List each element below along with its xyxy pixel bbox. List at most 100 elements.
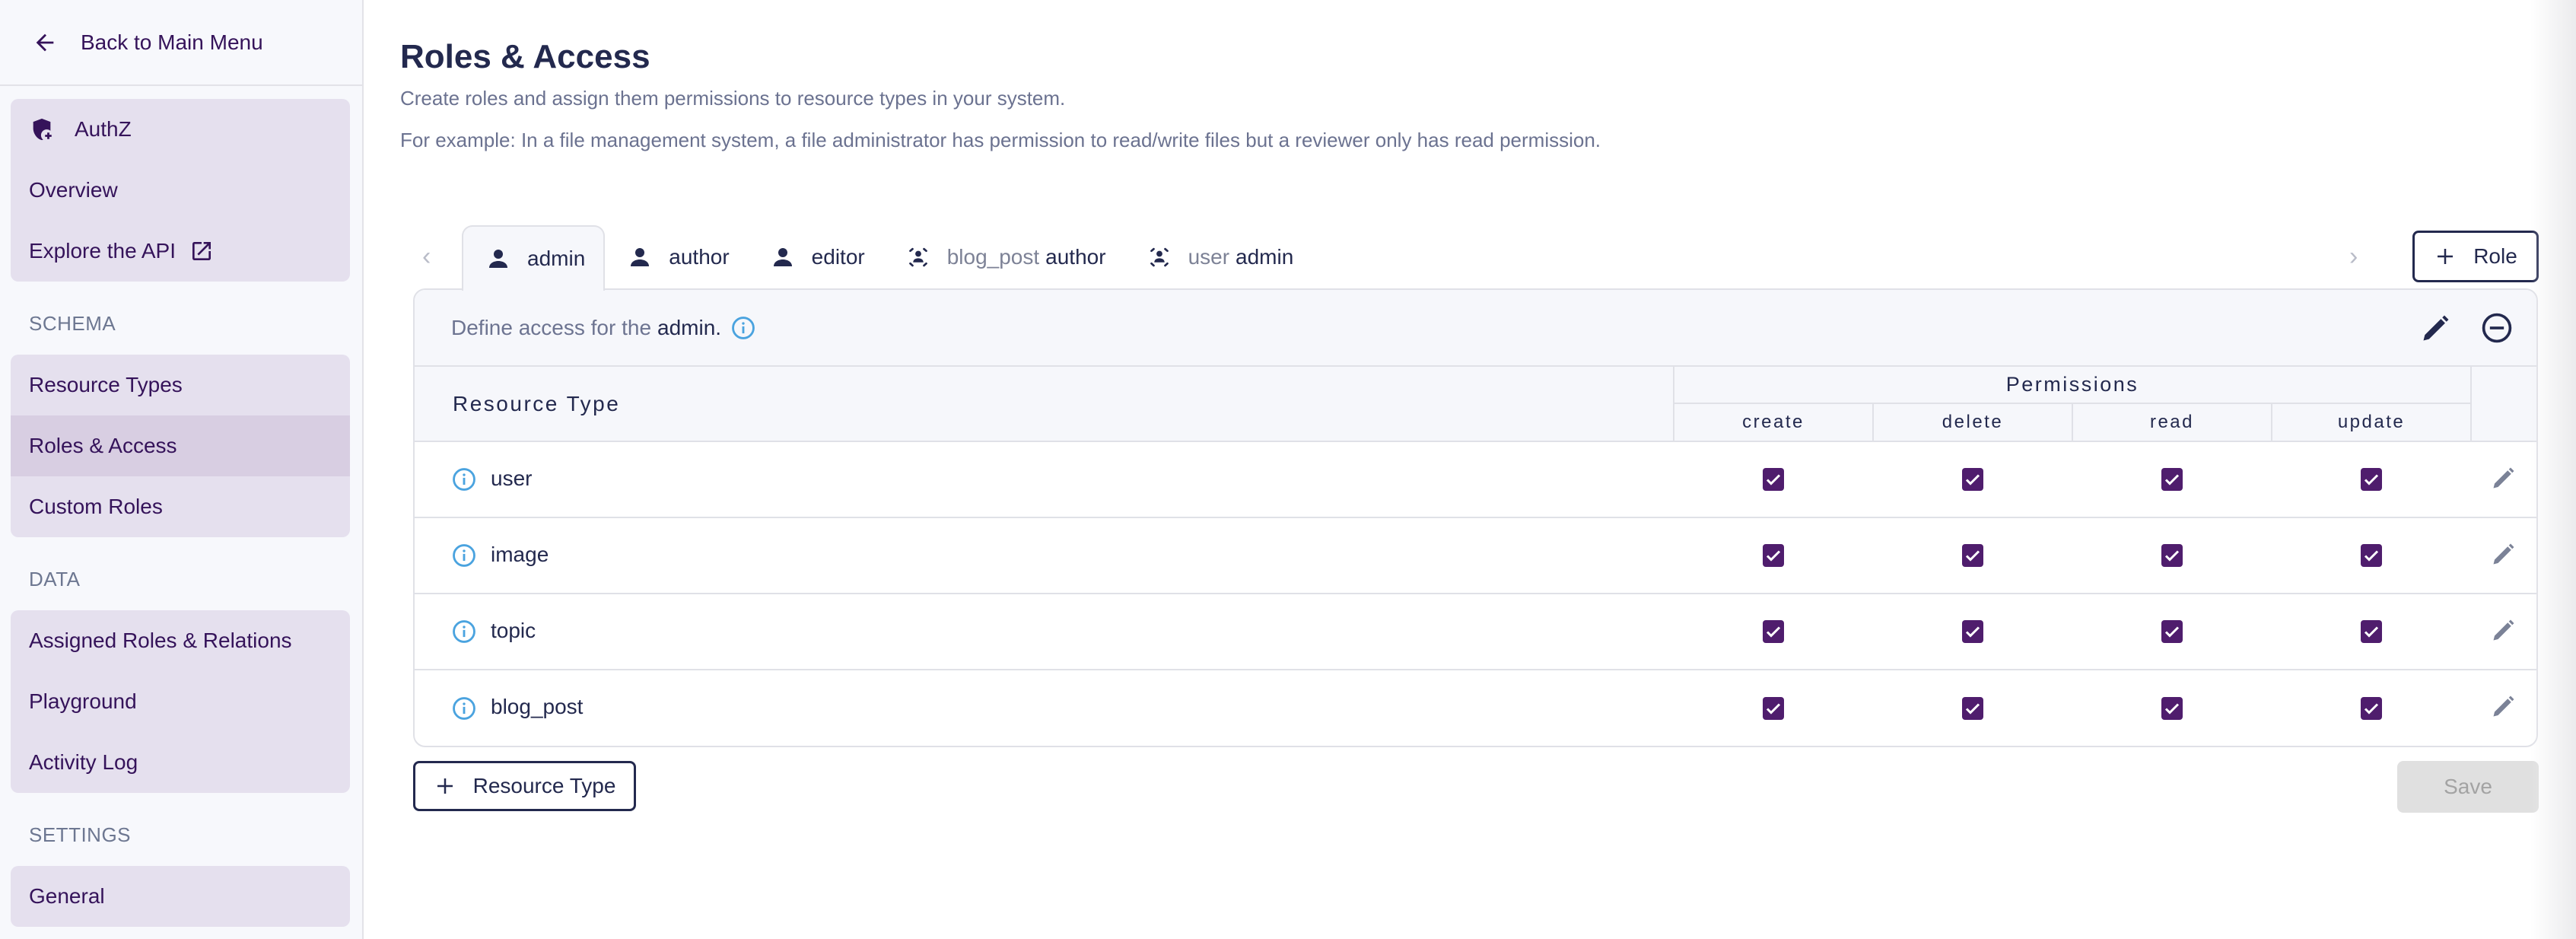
delete-role-button[interactable] xyxy=(2480,311,2514,345)
sidebar-item-label: Overview xyxy=(29,178,118,202)
tab-author[interactable]: author xyxy=(605,225,747,289)
sidebar-item-label: Explore the API xyxy=(29,239,177,263)
info-icon[interactable] xyxy=(730,315,756,341)
page-example: For example: In a file management system… xyxy=(400,129,1601,151)
add-resource-type-button[interactable]: Resource Type xyxy=(413,761,636,811)
permission-checkbox-delete[interactable] xyxy=(1962,468,1983,491)
permission-checkbox-update[interactable] xyxy=(2361,620,2383,643)
sidebar-item-custom-roles[interactable]: Custom Roles xyxy=(11,476,350,537)
column-header-read: read xyxy=(2072,403,2272,442)
sidebar-item-playground[interactable]: Playground xyxy=(11,671,350,732)
resource-type-cell: topic xyxy=(415,594,1674,670)
tabs-scroll-right-button[interactable]: › xyxy=(2349,242,2358,272)
selected-role-name: admin xyxy=(657,315,716,339)
resource-type-cell: blog_post xyxy=(415,670,1674,746)
permission-checkbox-create[interactable] xyxy=(1763,620,1784,643)
permission-checkbox-update[interactable] xyxy=(2361,544,2383,567)
save-label: Save xyxy=(2444,775,2492,798)
tab-label: admin xyxy=(1236,245,1294,269)
back-to-main-menu-button[interactable]: Back to Main Menu xyxy=(0,0,362,86)
sidebar-item-assigned-roles[interactable]: Assigned Roles & Relations xyxy=(11,610,350,671)
permission-cell-update xyxy=(2272,517,2472,594)
permission-cell-update xyxy=(2272,441,2472,518)
person-icon xyxy=(485,245,527,272)
sidebar-item-overview[interactable]: Overview xyxy=(11,160,350,221)
relation-role-icon xyxy=(905,244,947,271)
tabs-scroll-left-button[interactable]: ‹ xyxy=(422,242,431,272)
permission-cell-update xyxy=(2272,594,2472,670)
resource-type-name: topic xyxy=(491,618,536,642)
permission-checkbox-delete[interactable] xyxy=(1962,544,1983,567)
info-icon[interactable] xyxy=(451,619,477,645)
data-group: Assigned Roles & Relations Playground Ac… xyxy=(11,610,350,793)
sidebar-item-general[interactable]: General xyxy=(11,866,350,927)
sidebar-item-label: Resource Types xyxy=(29,373,183,396)
permissions-table: Resource Type Permissions create delete … xyxy=(415,367,2536,746)
permission-cell-read xyxy=(2072,670,2272,746)
sidebar-item-label: General xyxy=(29,884,105,908)
arrow-left-icon xyxy=(32,30,81,56)
edit-resource-type-button[interactable] xyxy=(2490,616,2517,644)
permission-checkbox-read[interactable] xyxy=(2161,544,2183,567)
permission-checkbox-delete[interactable] xyxy=(1962,696,1983,720)
sidebar-item-activity-log[interactable]: Activity Log xyxy=(11,732,350,793)
permission-cell-read xyxy=(2072,517,2272,594)
tab-user-admin[interactable]: user admin xyxy=(1124,225,1312,289)
permission-checkbox-update[interactable] xyxy=(2361,696,2383,720)
sidebar-item-explore-api[interactable]: Explore the API xyxy=(11,221,350,282)
sidebar-item-label: Custom Roles xyxy=(29,495,163,518)
tab-label: author xyxy=(669,245,730,269)
sidebar-item-roles-access[interactable]: Roles & Access xyxy=(11,415,350,476)
edit-resource-type-button[interactable] xyxy=(2490,692,2517,720)
add-role-button[interactable]: Role xyxy=(2412,231,2539,282)
role-tabs: admin author editor blog_post author use… xyxy=(462,225,1312,291)
permission-checkbox-read[interactable] xyxy=(2161,620,2183,643)
tab-label: author xyxy=(1045,245,1106,269)
tab-admin[interactable]: admin xyxy=(462,225,606,291)
permission-checkbox-delete[interactable] xyxy=(1962,620,1983,643)
resource-type-name: image xyxy=(491,542,549,566)
page-subtitle: Create roles and assign them permissions… xyxy=(400,87,1066,110)
section-label-settings: SETTINGS xyxy=(29,823,132,846)
add-resource-type-label: Resource Type xyxy=(472,774,616,797)
table-row: topic xyxy=(415,594,2536,670)
permission-checkbox-create[interactable] xyxy=(1763,468,1784,491)
column-header-permissions: Permissions xyxy=(1674,367,2473,404)
edit-role-button[interactable] xyxy=(2419,311,2453,345)
settings-group: General xyxy=(11,866,350,927)
permission-checkbox-read[interactable] xyxy=(2161,696,2183,720)
back-label: Back to Main Menu xyxy=(81,30,263,54)
edit-resource-type-button[interactable] xyxy=(2490,464,2517,492)
plus-icon xyxy=(434,775,473,797)
plus-icon xyxy=(2434,245,2473,268)
permission-cell-create xyxy=(1674,594,1873,670)
permission-cell-create xyxy=(1674,441,1873,518)
sidebar-item-resource-types[interactable]: Resource Types xyxy=(11,355,350,415)
permission-checkbox-read[interactable] xyxy=(2161,468,2183,491)
tab-editor[interactable]: editor xyxy=(748,225,883,289)
edit-resource-type-button[interactable] xyxy=(2490,540,2517,568)
column-header-delete: delete xyxy=(1873,403,2073,442)
section-label-data: DATA xyxy=(29,568,81,590)
tab-blog-post-author[interactable]: blog_post author xyxy=(883,225,1124,289)
row-actions-cell xyxy=(2471,517,2536,594)
permission-cell-update xyxy=(2272,670,2471,746)
info-icon[interactable] xyxy=(451,695,477,721)
table-row: image xyxy=(415,517,2536,594)
permission-checkbox-create[interactable] xyxy=(1763,696,1784,720)
info-icon[interactable] xyxy=(451,543,477,568)
resource-type-name: blog_post xyxy=(491,695,584,719)
person-icon xyxy=(769,244,812,271)
permission-cell-delete xyxy=(1873,517,2072,594)
tab-label: editor xyxy=(811,245,865,269)
permission-checkbox-create[interactable] xyxy=(1763,544,1784,567)
info-icon[interactable] xyxy=(451,466,477,492)
section-label-schema: SCHEMA xyxy=(29,312,116,335)
sidebar-item-label: Activity Log xyxy=(29,750,138,774)
permission-cell-read xyxy=(2072,594,2272,670)
permission-cell-read xyxy=(2072,441,2272,518)
save-button[interactable]: Save xyxy=(2397,761,2539,813)
sidebar-item-authz[interactable]: AuthZ xyxy=(11,99,350,160)
permission-checkbox-update[interactable] xyxy=(2361,468,2383,491)
resource-type-cell: user xyxy=(415,441,1674,518)
